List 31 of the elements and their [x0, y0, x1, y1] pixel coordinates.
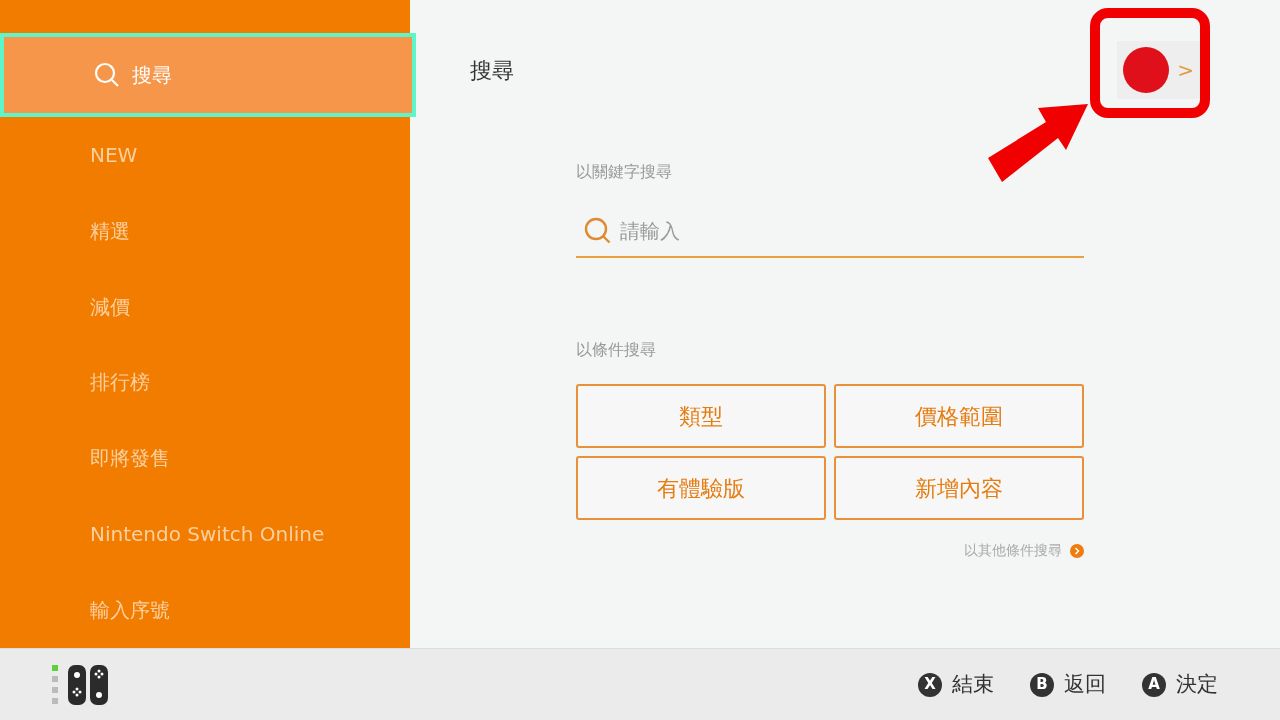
arrow-circle-icon	[1070, 543, 1084, 558]
footer-action[interactable]: B 返回	[1030, 668, 1106, 701]
search-field[interactable]: 請輸入	[576, 216, 1084, 258]
filter-button[interactable]: 類型	[576, 384, 826, 448]
more-conditions-link[interactable]: 以其他條件搜尋	[964, 540, 1062, 561]
sidebar-item[interactable]: 即將發售	[0, 420, 410, 497]
sidebar-item[interactable]: Nintendo Switch Online	[0, 496, 410, 573]
avatar	[1123, 47, 1170, 93]
account-button[interactable]: >	[1117, 41, 1200, 99]
controller-key: X	[918, 672, 942, 697]
condition-search-label: 以條件搜尋	[576, 339, 657, 361]
sidebar-item[interactable]: 輸入序號	[0, 572, 410, 648]
search-icon	[94, 61, 120, 88]
keyword-search-label: 以關鍵字搜尋	[576, 161, 673, 183]
search-input[interactable]: 請輸入	[620, 216, 1084, 246]
sidebar-item[interactable]: 搜尋	[0, 33, 416, 117]
search-icon	[584, 217, 612, 245]
chevron: >	[1177, 57, 1194, 84]
sidebar-item[interactable]: NEW	[0, 116, 410, 193]
sidebar-item[interactable]: 排行榜	[0, 344, 410, 421]
controller-icon	[52, 664, 110, 705]
footer-action[interactable]: A 決定	[1142, 668, 1218, 701]
sidebar-item[interactable]: 精選	[0, 192, 410, 269]
sidebar-item[interactable]: 減價	[0, 268, 410, 345]
filter-button[interactable]: 新增內容	[834, 456, 1084, 520]
filter-button[interactable]: 有體驗版	[576, 456, 826, 520]
controller-key: A	[1142, 672, 1166, 697]
controller-key: B	[1030, 672, 1054, 697]
filter-button[interactable]: 價格範圍	[834, 384, 1084, 448]
footer-action[interactable]: X 結束	[918, 668, 994, 701]
page-title: 搜尋	[470, 56, 514, 85]
